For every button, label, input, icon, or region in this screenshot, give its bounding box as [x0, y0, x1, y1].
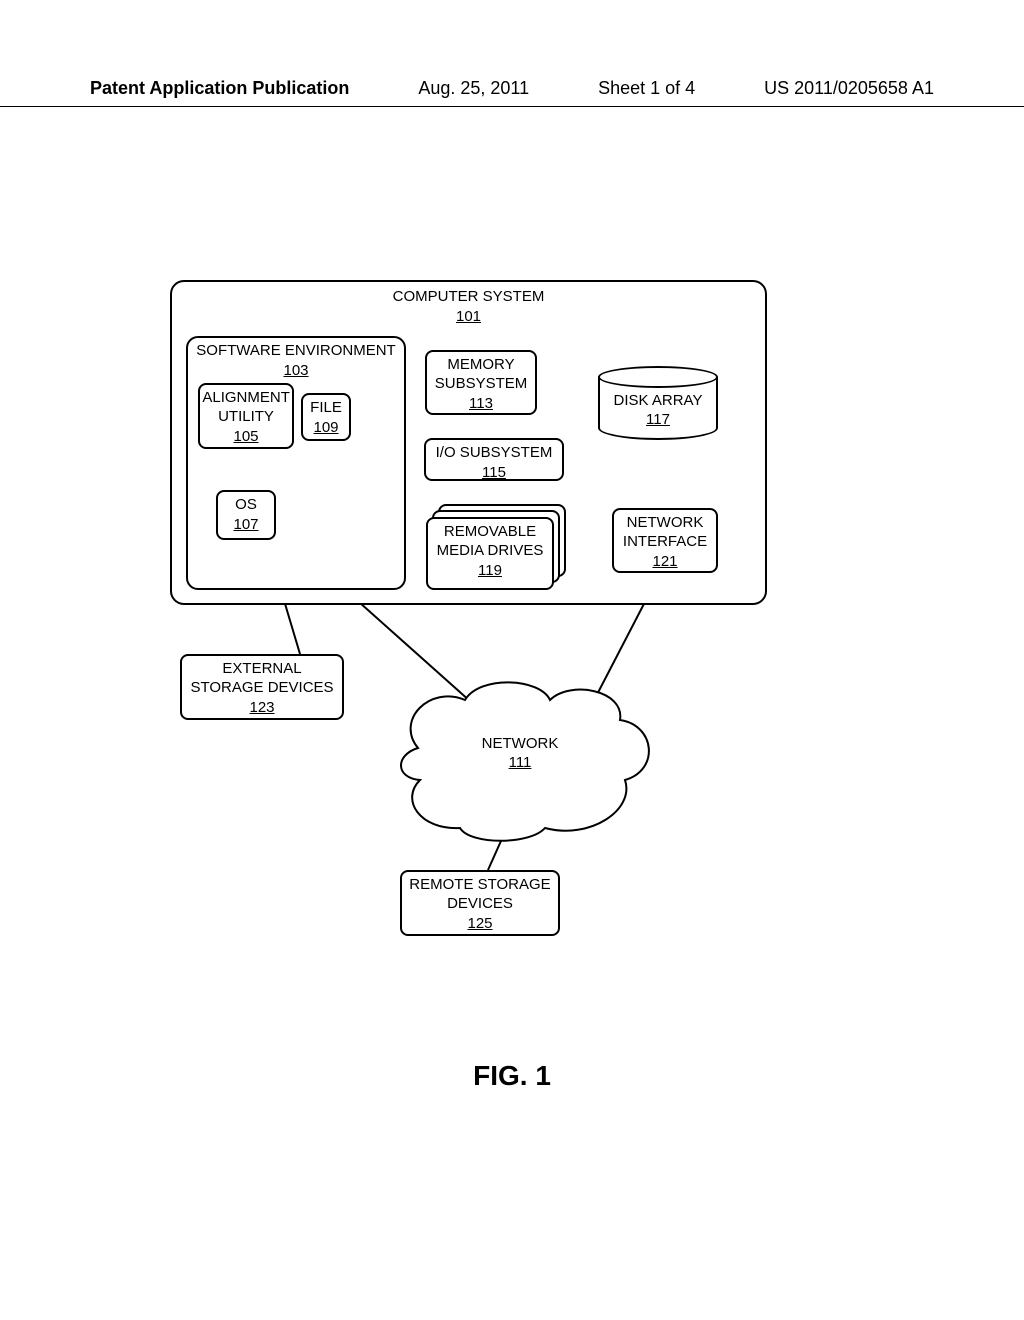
- block-ref: 113: [469, 395, 493, 414]
- external-storage-block: EXTERNAL STORAGE DEVICES 123: [180, 654, 344, 720]
- alignment-utility-block: ALIGNMENT UTILITY 105: [198, 383, 294, 449]
- figure-label: FIG. 1: [0, 1060, 1024, 1092]
- block-label: NETWORK INTERFACE: [620, 514, 710, 552]
- block-ref: 111: [509, 754, 532, 771]
- page-header: Patent Application Publication Aug. 25, …: [0, 78, 1024, 109]
- software-environment-block: SOFTWARE ENVIRONMENT 103: [186, 336, 406, 590]
- block-label: FILE: [310, 399, 342, 418]
- os-block: OS 107: [216, 490, 276, 540]
- diagram-canvas: COMPUTER SYSTEM 101 SOFTWARE ENVIRONMENT…: [170, 280, 770, 1000]
- block-label: COMPUTER SYSTEM: [393, 288, 545, 307]
- block-label: REMOTE STORAGE DEVICES: [408, 876, 552, 914]
- block-label: REMOVABLE MEDIA DRIVES: [434, 523, 546, 561]
- block-ref: 103: [283, 362, 308, 381]
- block-ref: 117: [646, 411, 670, 428]
- removable-media-block: REMOVABLE MEDIA DRIVES 119: [426, 517, 554, 590]
- block-ref: 109: [313, 419, 338, 438]
- remote-storage-block: REMOTE STORAGE DEVICES 125: [400, 870, 560, 936]
- block-ref: 125: [467, 915, 492, 934]
- block-label: EXTERNAL STORAGE DEVICES: [188, 660, 336, 698]
- header-date: Aug. 25, 2011: [418, 78, 529, 99]
- block-ref: 123: [249, 699, 274, 718]
- header-divider: [0, 106, 1024, 107]
- network-interface-block: NETWORK INTERFACE 121: [612, 508, 718, 573]
- file-block: FILE 109: [301, 393, 351, 441]
- block-label: DISK ARRAY: [614, 392, 703, 409]
- block-label: NETWORK: [482, 735, 559, 752]
- block-label: I/O SUBSYSTEM: [436, 444, 553, 463]
- block-ref: 121: [652, 553, 677, 572]
- block-ref: 119: [478, 562, 502, 581]
- header-sheet: Sheet 1 of 4: [598, 78, 695, 99]
- block-label: SOFTWARE ENVIRONMENT: [196, 342, 395, 361]
- disk-array-block: DISK ARRAY 117: [598, 366, 718, 440]
- block-ref: 107: [233, 516, 258, 535]
- header-pubno: US 2011/0205658 A1: [764, 78, 934, 99]
- block-ref: 115: [482, 464, 506, 483]
- block-label: MEMORY SUBSYSTEM: [433, 356, 529, 394]
- block-ref: 105: [233, 428, 258, 447]
- memory-subsystem-block: MEMORY SUBSYSTEM 113: [425, 350, 537, 415]
- block-label: ALIGNMENT UTILITY: [202, 389, 289, 427]
- network-cloud-block: NETWORK 111: [430, 735, 610, 773]
- io-subsystem-block: I/O SUBSYSTEM 115: [424, 438, 564, 481]
- block-label: OS: [235, 496, 257, 515]
- block-ref: 101: [456, 308, 481, 327]
- header-left: Patent Application Publication: [90, 78, 349, 99]
